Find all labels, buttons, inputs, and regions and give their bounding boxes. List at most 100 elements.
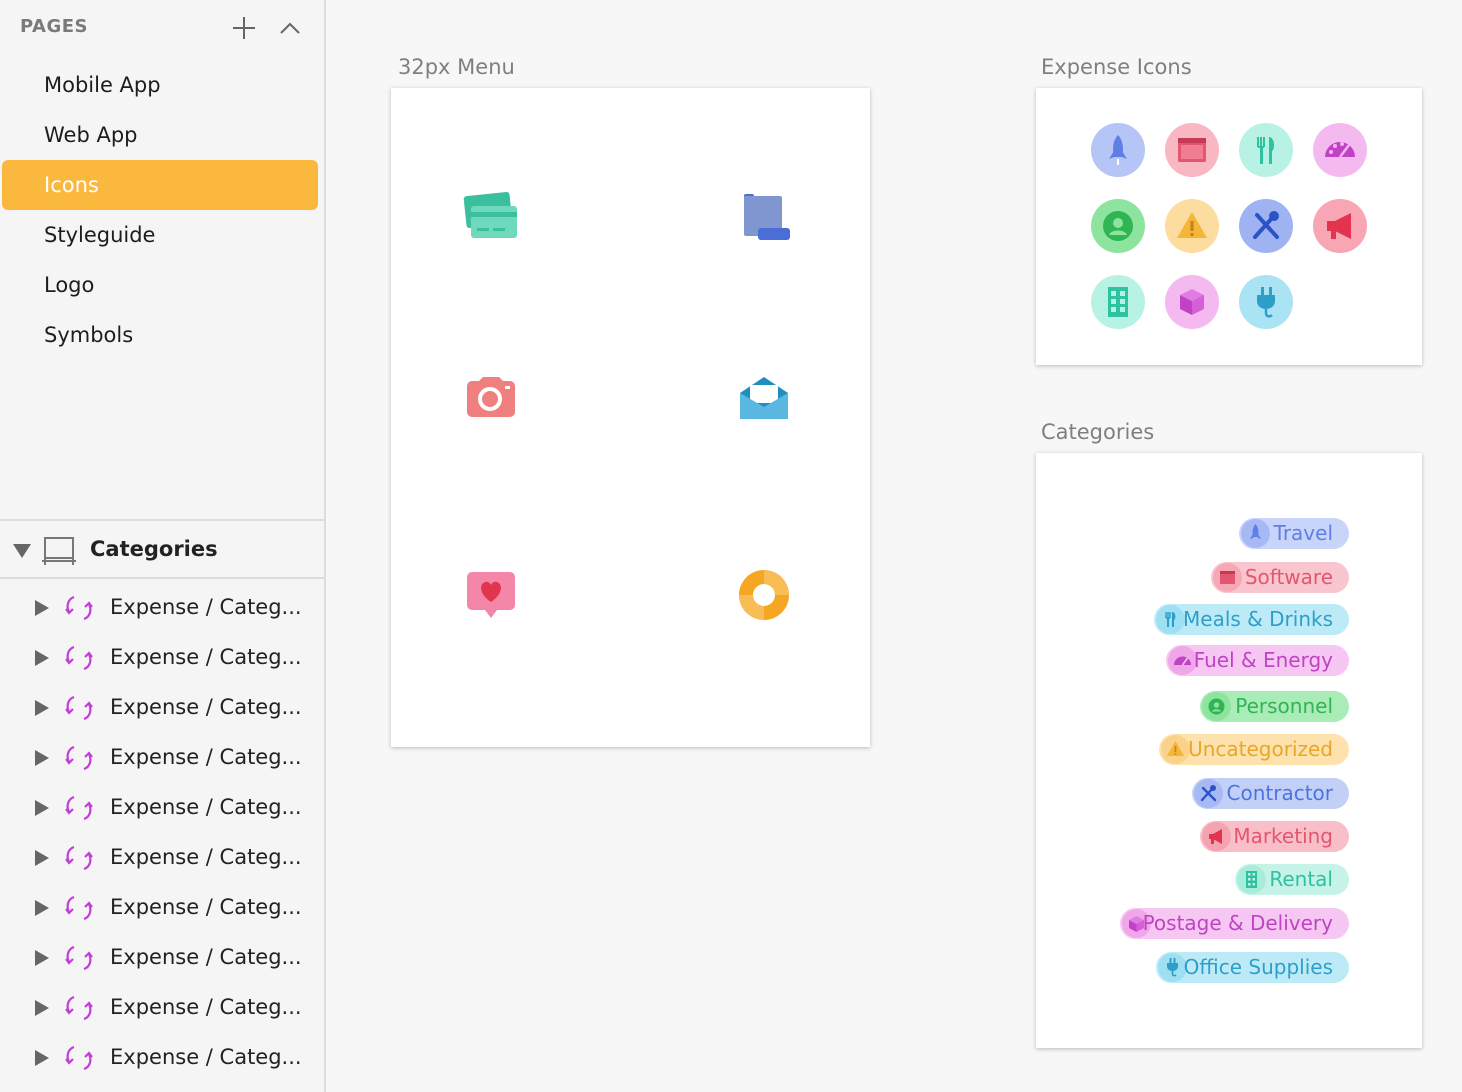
disclosure-triangle-right-icon[interactable] (34, 999, 50, 1021)
page-item-styleguide[interactable]: Styleguide (2, 210, 318, 260)
pages-title: PAGES (20, 16, 89, 37)
layer-row[interactable]: Expense / Categ... (0, 831, 324, 881)
credit-cards-icon (463, 191, 519, 246)
cutlery-icon (1156, 605, 1185, 634)
wrench-screwdriver-icon (1194, 779, 1223, 808)
layer-group-categories[interactable]: Categories (0, 521, 324, 579)
category-tag-marketing: Marketing (1200, 821, 1349, 852)
layer-label: Expense / Categ... (110, 845, 302, 869)
symbol-instance-icon (64, 594, 94, 626)
plug-icon (1158, 953, 1187, 982)
category-tag-meals-drinks: Meals & Drinks (1154, 604, 1349, 635)
disclosure-triangle-right-icon[interactable] (34, 749, 50, 771)
warning-icon (1161, 735, 1190, 764)
category-tag-label: Office Supplies (1183, 955, 1333, 979)
layer-list: Expense / Categ... Expense / Categ... Ex… (0, 581, 324, 1081)
category-tag-personnel: Personnel (1200, 691, 1349, 722)
heart-message-icon (465, 570, 517, 626)
disclosure-triangle-right-icon[interactable] (34, 699, 50, 721)
building-icon (1091, 275, 1145, 329)
category-tag-label: Travel (1273, 521, 1333, 545)
category-tag-contractor: Contractor (1192, 778, 1349, 809)
category-tag-label: Marketing (1233, 824, 1333, 848)
scroll-icon (738, 192, 792, 246)
symbol-instance-icon (64, 694, 94, 726)
layer-row[interactable]: Expense / Categ... (0, 681, 324, 731)
rocket-icon (1241, 519, 1270, 548)
symbol-instance-icon (64, 844, 94, 876)
category-tag-label: Fuel & Energy (1193, 648, 1333, 672)
symbol-instance-icon (64, 644, 94, 676)
wrench-screwdriver-icon (1239, 199, 1293, 253)
building-icon (1237, 865, 1266, 894)
layer-label: Expense / Categ... (110, 595, 302, 619)
category-tag-office-supplies: Office Supplies (1156, 952, 1349, 983)
lifebuoy-icon (737, 568, 791, 626)
category-tag-postage-delivery: Postage & Delivery (1120, 908, 1349, 939)
disclosure-triangle-right-icon[interactable] (34, 649, 50, 671)
category-tag-label: Postage & Delivery (1142, 911, 1333, 935)
category-tag-fuel-energy: Fuel & Energy (1166, 645, 1349, 676)
cutlery-icon (1239, 123, 1293, 177)
category-tag-label: Uncategorized (1188, 737, 1333, 761)
canvas[interactable]: 32px Menu Expense Icons Categories Trave… (328, 0, 1462, 1092)
camera-icon (465, 375, 517, 425)
layer-row[interactable]: Expense / Categ... (0, 931, 324, 981)
disclosure-triangle-right-icon[interactable] (34, 899, 50, 921)
artboard-title-categories[interactable]: Categories (1041, 420, 1154, 444)
layer-row[interactable]: Expense / Categ... (0, 981, 324, 1031)
layer-row[interactable]: Expense / Categ... (0, 1031, 324, 1081)
page-item-logo[interactable]: Logo (2, 260, 318, 310)
layer-row[interactable]: Expense / Categ... (0, 581, 324, 631)
person-icon (1091, 199, 1145, 253)
disclosure-triangle-right-icon[interactable] (34, 799, 50, 821)
layer-label: Expense / Categ... (110, 645, 302, 669)
layer-group-label: Categories (90, 537, 218, 561)
page-item-icons[interactable]: Icons (2, 160, 318, 210)
layer-row[interactable]: Expense / Categ... (0, 781, 324, 831)
megaphone-icon (1202, 822, 1231, 851)
warning-icon (1165, 199, 1219, 253)
open-envelope-icon (738, 375, 790, 425)
page-item-symbols[interactable]: Symbols (2, 310, 318, 360)
layer-label: Expense / Categ... (110, 695, 302, 719)
disclosure-triangle-down-icon[interactable] (12, 543, 32, 563)
layer-row[interactable]: Expense / Categ... (0, 881, 324, 931)
package-icon (1165, 275, 1219, 329)
artboard-title-expense[interactable]: Expense Icons (1041, 55, 1192, 79)
symbol-instance-icon (64, 944, 94, 976)
layer-label: Expense / Categ... (110, 945, 302, 969)
artboard-32px-menu[interactable] (391, 88, 870, 747)
artboard-expense-icons[interactable] (1036, 88, 1422, 365)
category-tag-label: Contractor (1226, 781, 1334, 805)
category-tag-label: Rental (1269, 867, 1333, 891)
plug-icon (1239, 275, 1293, 329)
disclosure-triangle-right-icon[interactable] (34, 599, 50, 621)
artboard-icon (42, 535, 76, 571)
artboard-categories[interactable]: Travel Software Meals & Drinks Fuel & En… (1036, 453, 1422, 1048)
speedometer-icon (1168, 646, 1197, 675)
layer-row[interactable]: Expense / Categ... (0, 631, 324, 681)
category-tag-software: Software (1211, 562, 1349, 593)
disclosure-triangle-right-icon[interactable] (34, 949, 50, 971)
layer-row[interactable]: Expense / Categ... (0, 731, 324, 781)
browser-window-icon (1213, 563, 1242, 592)
category-tag-label: Software (1244, 565, 1333, 589)
person-icon (1202, 692, 1231, 721)
artboard-title-menu[interactable]: 32px Menu (398, 55, 515, 79)
browser-window-icon (1165, 123, 1219, 177)
disclosure-triangle-right-icon[interactable] (34, 1049, 50, 1071)
add-page-icon[interactable] (230, 14, 258, 42)
category-tag-label: Meals & Drinks (1183, 607, 1333, 631)
category-tag-uncategorized: Uncategorized (1159, 734, 1349, 765)
layer-label: Expense / Categ... (110, 1045, 302, 1069)
symbol-instance-icon (64, 794, 94, 826)
page-item-web-app[interactable]: Web App (2, 110, 318, 160)
layer-label: Expense / Categ... (110, 795, 302, 819)
page-list: Mobile App Web App Icons Styleguide Logo… (2, 60, 318, 360)
symbol-instance-icon (64, 1044, 94, 1076)
chevron-up-icon[interactable] (276, 14, 304, 42)
page-item-mobile-app[interactable]: Mobile App (2, 60, 318, 110)
category-tag-label: Personnel (1235, 694, 1333, 718)
disclosure-triangle-right-icon[interactable] (34, 849, 50, 871)
